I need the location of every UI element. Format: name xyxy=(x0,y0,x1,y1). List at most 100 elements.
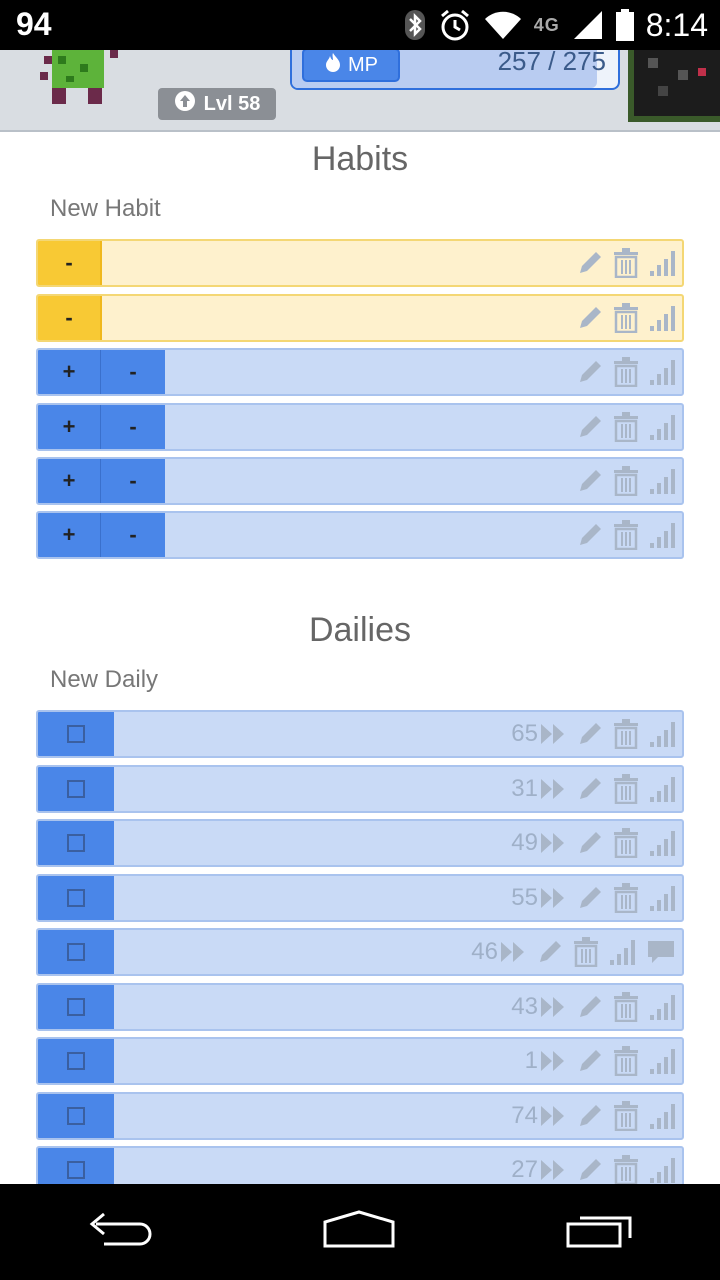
checkbox-button[interactable] xyxy=(38,875,114,920)
stats-icon[interactable] xyxy=(648,249,676,277)
checkbox[interactable] xyxy=(67,997,85,1016)
daily-row[interactable]: 1 xyxy=(36,1037,684,1085)
minus-button[interactable]: - xyxy=(101,513,165,557)
daily-row[interactable]: 46 xyxy=(36,928,684,976)
checkbox[interactable] xyxy=(67,888,85,907)
checkbox[interactable] xyxy=(67,1052,85,1070)
checkbox[interactable] xyxy=(67,834,85,852)
stats-icon[interactable] xyxy=(648,1156,676,1184)
daily-row[interactable]: 55 xyxy=(36,873,684,922)
plus-button[interactable]: + xyxy=(38,350,101,394)
streak-icon xyxy=(540,996,566,1018)
delete-icon[interactable] xyxy=(614,248,638,278)
delete-icon[interactable] xyxy=(614,303,638,333)
habit-row[interactable]: + - xyxy=(36,511,684,559)
minus-button[interactable]: - xyxy=(101,405,165,449)
edit-icon[interactable] xyxy=(576,249,604,277)
delete-icon[interactable] xyxy=(614,1155,638,1185)
checkbox-button[interactable] xyxy=(38,930,114,974)
streak-counter: 65 xyxy=(511,720,566,748)
delete-icon[interactable] xyxy=(574,937,598,967)
daily-row[interactable]: 31 xyxy=(36,764,684,813)
edit-icon[interactable] xyxy=(576,775,604,803)
checkbox[interactable] xyxy=(67,725,85,743)
pet-avatar[interactable] xyxy=(628,50,720,122)
habit-row[interactable]: + - xyxy=(36,348,684,396)
new-habit-input[interactable]: New Habit xyxy=(50,195,161,223)
daily-row[interactable]: 43 xyxy=(36,982,684,1031)
edit-icon[interactable] xyxy=(536,938,564,966)
habit-row[interactable]: - xyxy=(36,294,684,342)
edit-icon[interactable] xyxy=(576,413,604,441)
minus-button[interactable]: - xyxy=(38,296,102,340)
delete-icon[interactable] xyxy=(614,1046,638,1076)
checkbox-button[interactable] xyxy=(38,1039,114,1083)
stats-icon[interactable] xyxy=(648,304,676,332)
checkbox[interactable] xyxy=(67,779,85,798)
plus-button[interactable]: + xyxy=(38,459,101,503)
stats-icon[interactable] xyxy=(648,358,676,386)
checkbox-button[interactable] xyxy=(38,766,114,811)
stats-icon[interactable] xyxy=(648,1047,676,1075)
checkbox[interactable] xyxy=(67,1161,85,1179)
delete-icon[interactable] xyxy=(614,719,638,749)
stats-icon[interactable] xyxy=(608,938,636,966)
stats-icon[interactable] xyxy=(648,993,676,1021)
edit-icon[interactable] xyxy=(576,358,604,386)
stats-icon[interactable] xyxy=(648,1102,676,1130)
edit-icon[interactable] xyxy=(576,829,604,857)
daily-row[interactable]: 65 xyxy=(36,710,684,758)
streak-icon xyxy=(500,941,526,963)
delete-icon[interactable] xyxy=(614,466,638,496)
delete-icon[interactable] xyxy=(614,1100,638,1131)
plus-button[interactable]: + xyxy=(38,513,101,557)
level-text: Lvl 58 xyxy=(203,92,261,115)
delete-icon[interactable] xyxy=(614,357,638,387)
edit-icon[interactable] xyxy=(576,720,604,748)
checkbox-button[interactable] xyxy=(38,821,114,865)
stats-icon[interactable] xyxy=(648,720,676,748)
daily-row[interactable]: 49 xyxy=(36,819,684,867)
daily-row[interactable]: 74 xyxy=(36,1091,684,1140)
habit-row[interactable]: + - xyxy=(36,403,684,451)
checkbox-button[interactable] xyxy=(38,984,114,1029)
stats-icon[interactable] xyxy=(648,521,676,549)
home-icon[interactable] xyxy=(321,1209,397,1255)
minus-button[interactable]: - xyxy=(101,459,165,503)
new-daily-input[interactable]: New Daily xyxy=(50,666,158,694)
stats-icon[interactable] xyxy=(648,413,676,441)
edit-icon[interactable] xyxy=(576,304,604,332)
checkbox-button[interactable] xyxy=(38,1093,114,1138)
minus-button[interactable]: - xyxy=(101,350,165,394)
checkbox-button[interactable] xyxy=(38,712,114,756)
stats-icon[interactable] xyxy=(648,884,676,912)
edit-icon[interactable] xyxy=(576,884,604,912)
edit-icon[interactable] xyxy=(576,1156,604,1184)
stats-icon[interactable] xyxy=(648,467,676,495)
delete-icon[interactable] xyxy=(614,520,638,550)
comment-icon[interactable] xyxy=(646,939,676,965)
edit-icon[interactable] xyxy=(576,467,604,495)
stats-icon[interactable] xyxy=(648,775,676,803)
delete-icon[interactable] xyxy=(614,882,638,913)
delete-icon[interactable] xyxy=(614,773,638,804)
checkbox[interactable] xyxy=(67,943,85,961)
stats-icon[interactable] xyxy=(648,829,676,857)
edit-icon[interactable] xyxy=(576,1102,604,1130)
habit-row[interactable]: - xyxy=(36,239,684,287)
back-icon[interactable] xyxy=(84,1210,154,1255)
recent-apps-icon[interactable] xyxy=(564,1210,636,1255)
checkbox[interactable] xyxy=(67,1106,85,1125)
flame-icon xyxy=(324,52,342,78)
habit-row[interactable]: + - xyxy=(36,457,684,505)
edit-icon[interactable] xyxy=(576,1047,604,1075)
plus-button[interactable]: + xyxy=(38,405,101,449)
minus-button[interactable]: - xyxy=(38,241,102,285)
edit-icon[interactable] xyxy=(576,993,604,1021)
avatar[interactable] xyxy=(40,50,130,108)
mp-value: 257 / 275 xyxy=(497,50,606,76)
delete-icon[interactable] xyxy=(614,991,638,1022)
edit-icon[interactable] xyxy=(576,521,604,549)
delete-icon[interactable] xyxy=(614,412,638,442)
delete-icon[interactable] xyxy=(614,828,638,858)
